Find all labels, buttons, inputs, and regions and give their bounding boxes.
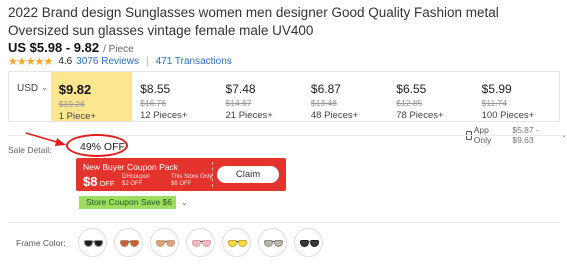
chevron-down-icon: ⌄: [41, 83, 48, 92]
price-tiers: USD ⌄ $9.82 $19.26 1 Piece+ $8.55 $16.76…: [8, 71, 560, 122]
tier-old-price: $12.85: [396, 98, 423, 108]
coupon-amount-value: $8: [83, 174, 98, 189]
sunglasses-bridge-icon: [92, 241, 95, 242]
tier-quantity: 12 Pieces+: [140, 110, 188, 121]
sunglasses-lens-icon: [274, 240, 283, 247]
sunglasses-bridge-icon: [272, 241, 275, 242]
sunglasses-bridge-icon: [164, 241, 167, 242]
price-tier-3[interactable]: $7.48 $14.67 21 Pieces+: [218, 72, 303, 121]
separator: |: [146, 56, 149, 67]
price-tier-4[interactable]: $6.87 $13.48 48 Pieces+: [303, 72, 388, 121]
chevron-down-icon[interactable]: ⌄: [181, 198, 188, 207]
price-tier-6[interactable]: $5.99 $11.74 100 Pieces+: [474, 72, 559, 121]
reviews-link[interactable]: 3076 Reviews: [76, 56, 139, 67]
coupon-divider: [212, 162, 213, 187]
frame-color-swatches: [78, 228, 323, 257]
sunglasses-lens-icon: [166, 240, 175, 247]
coupon-detail-line: DHcoupon: [122, 174, 151, 180]
coupon-title: New Buyer Coupon Pack: [83, 162, 178, 172]
tier-quantity: 21 Pieces+: [225, 110, 273, 121]
currency-selector[interactable]: USD ⌄: [9, 72, 51, 121]
sunglasses-bridge-icon: [128, 241, 131, 242]
star-rating-icon: ★★★★★: [8, 56, 53, 68]
product-title: 2022 Brand design Sunglasses women men d…: [8, 5, 499, 38]
price-tier-2[interactable]: $8.55 $16.76 12 Pieces+: [132, 72, 217, 121]
sunglasses-bridge-icon: [236, 241, 239, 242]
rating-row: ★★★★★ 4.6 3076 Reviews | 471 Transaction…: [8, 55, 232, 68]
tier-quantity: 48 Pieces+: [310, 110, 359, 121]
tier-quantity: 78 Pieces+: [396, 110, 444, 121]
frame-color-label: Frame Color:: [16, 238, 66, 248]
discount-label: 49% OFF: [80, 141, 125, 153]
sunglasses-lens-icon: [202, 240, 211, 247]
color-swatch[interactable]: [78, 228, 107, 257]
store-coupon[interactable]: Store Coupon Save $6 ⌄: [79, 196, 188, 209]
coupon-detail-store: This Store Only $6 OFF: [171, 174, 212, 188]
claim-button[interactable]: Claim: [217, 166, 279, 183]
transactions-link[interactable]: 471 Transactions: [156, 56, 232, 67]
tier-quantity: 1 Piece+: [58, 111, 96, 122]
store-coupon-tag[interactable]: Store Coupon Save $6: [79, 196, 177, 209]
tier-price: $6.87: [310, 82, 341, 96]
tier-price: $6.55: [396, 82, 427, 96]
tier-old-price: $13.48: [310, 98, 337, 108]
color-swatch[interactable]: [258, 228, 287, 257]
tier-price: $9.82: [58, 82, 92, 97]
tier-old-price: $14.67: [225, 98, 252, 108]
coupon-detail-line: This Store Only: [171, 174, 213, 180]
rating-value: 4.6: [58, 56, 73, 67]
currency-label: USD: [17, 83, 39, 94]
chevron-down-icon: ⌄: [561, 132, 567, 139]
price-tier-1[interactable]: $9.82 $19.26 1 Piece+: [50, 72, 133, 122]
color-swatch[interactable]: [294, 228, 323, 257]
coupon-detail-line: $6 OFF: [171, 181, 192, 187]
color-swatch[interactable]: [114, 228, 143, 257]
tier-price: $7.48: [225, 82, 256, 96]
sunglasses-lens-icon: [238, 240, 247, 247]
price-range: US $5.98 - 9.82/ Piece: [8, 40, 134, 55]
color-swatch[interactable]: [150, 228, 179, 257]
tier-price: $5.99: [481, 82, 512, 96]
price-tier-5[interactable]: $6.55 $12.85 78 Pieces+: [388, 72, 473, 121]
color-swatch[interactable]: [186, 228, 215, 257]
tier-quantity: 100 Pieces+: [481, 110, 535, 121]
tier-old-price: $19.26: [58, 99, 85, 109]
tier-price: $8.55: [140, 82, 171, 96]
sunglasses-lens-icon: [310, 240, 319, 247]
red-arrow-icon: [25, 132, 66, 146]
coupon-amount: $8 OFF: [83, 174, 114, 189]
sunglasses-bridge-icon: [200, 241, 203, 242]
sunglasses-bridge-icon: [308, 241, 311, 242]
color-swatch[interactable]: [222, 228, 251, 257]
price-range-value: US $5.98 - 9.82: [8, 40, 100, 55]
tier-old-price: $11.74: [481, 98, 508, 108]
tier-old-price: $16.76: [140, 98, 167, 108]
sunglasses-lens-icon: [94, 240, 103, 247]
sunglasses-lens-icon: [130, 240, 139, 247]
coupon-detail-dh: DHcoupon $2 OFF: [122, 174, 150, 188]
coupon-pack: New Buyer Coupon Pack $8 OFF DHcoupon $2 …: [76, 158, 286, 191]
coupon-amount-suffix: OFF: [99, 179, 115, 188]
coupon-detail-line: $2 OFF: [122, 181, 143, 187]
price-unit: / Piece: [103, 44, 134, 55]
